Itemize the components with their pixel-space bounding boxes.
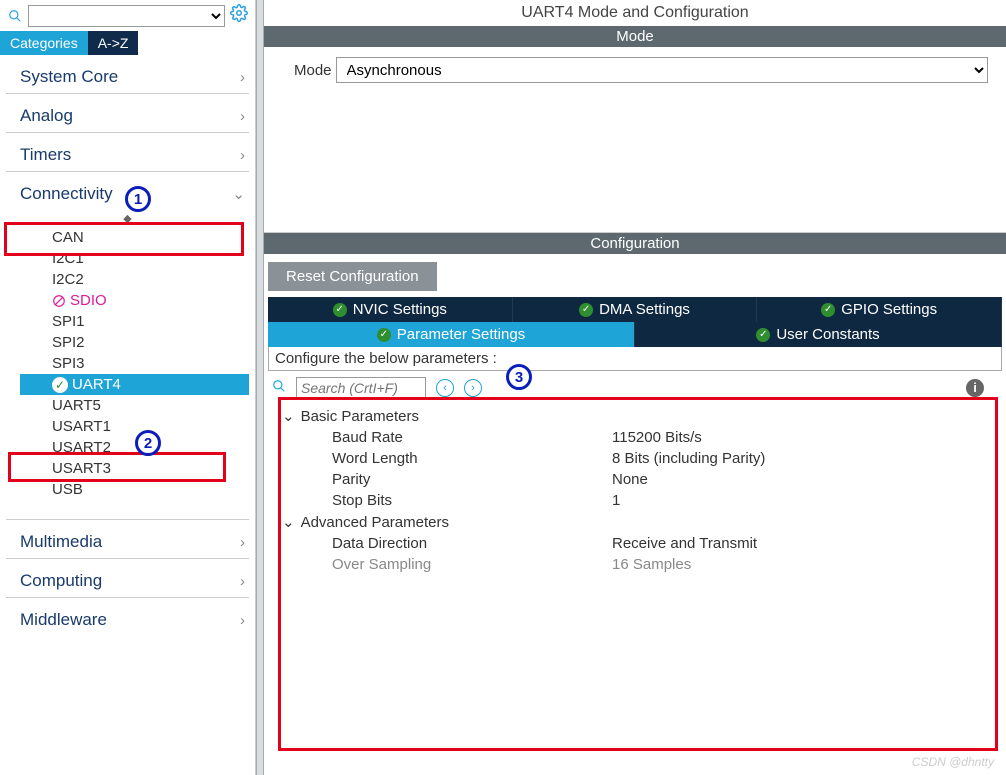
check-icon: ✓: [756, 328, 770, 342]
tab-dma-settings[interactable]: ✓DMA Settings: [513, 297, 758, 322]
category-multimedia[interactable]: Multimedia›: [6, 520, 249, 559]
watermark: CSDN @dhntty: [912, 755, 994, 769]
sidebar-tabs: Categories A->Z: [0, 31, 255, 55]
tab-user-constants[interactable]: ✓User Constants: [635, 322, 1002, 347]
periph-spi3[interactable]: SPI3: [52, 353, 249, 374]
periph-spi2[interactable]: SPI2: [52, 332, 249, 353]
param-search-input[interactable]: [296, 377, 426, 399]
annotation-box-3: [278, 397, 998, 751]
mode-label: Mode: [294, 62, 332, 79]
chevron-right-icon: ›: [240, 612, 245, 629]
vertical-divider[interactable]: [256, 0, 264, 775]
tab-nvic-settings[interactable]: ✓NVIC Settings: [268, 297, 513, 322]
annotation-step-3: 3: [506, 364, 532, 390]
tab-categories[interactable]: Categories: [0, 31, 88, 55]
category-analog[interactable]: Analog›: [6, 94, 249, 133]
mode-section-header: Mode: [264, 26, 1006, 47]
periph-spi1[interactable]: SPI1: [52, 311, 249, 332]
reset-configuration-button[interactable]: Reset Configuration: [268, 262, 437, 291]
chevron-right-icon: ›: [240, 534, 245, 551]
config-tabs: ✓NVIC Settings ✓DMA Settings ✓GPIO Setti…: [268, 297, 1002, 347]
search-icon: [272, 379, 286, 397]
sidebar: Categories A->Z System Core› Analog› Tim…: [0, 0, 256, 775]
prev-match-button[interactable]: ‹: [436, 379, 454, 397]
annotation-step-1: 1: [125, 186, 151, 212]
check-icon: ✓: [377, 328, 391, 342]
category-timers[interactable]: Timers›: [6, 133, 249, 172]
info-icon[interactable]: i: [966, 379, 984, 397]
mode-select[interactable]: Asynchronous: [336, 57, 988, 83]
chevron-right-icon: ›: [240, 69, 245, 86]
check-icon: ✓: [52, 377, 68, 393]
periph-sdio[interactable]: SDIO: [52, 290, 249, 311]
chevron-down-icon: ⌄: [232, 185, 245, 203]
chevron-right-icon: ›: [240, 147, 245, 164]
config-section-header: Configuration: [264, 233, 1006, 254]
mode-row: Mode Asynchronous: [264, 47, 1006, 89]
periph-i2c2[interactable]: I2C2: [52, 269, 249, 290]
next-match-button[interactable]: ›: [464, 379, 482, 397]
tab-gpio-settings[interactable]: ✓GPIO Settings: [757, 297, 1002, 322]
tab-az[interactable]: A->Z: [88, 31, 139, 55]
configure-description: Configure the below parameters :: [268, 347, 1002, 371]
periph-usb[interactable]: USB: [52, 479, 249, 500]
category-list: System Core› Analog› Timers› Connectivit…: [0, 55, 255, 775]
category-computing[interactable]: Computing›: [6, 559, 249, 598]
chevron-right-icon: ›: [240, 573, 245, 590]
reset-row: Reset Configuration: [264, 254, 1006, 291]
page-title: UART4 Mode and Configuration: [264, 0, 1006, 26]
search-icon: [6, 7, 24, 25]
category-middleware[interactable]: Middleware›: [6, 598, 249, 636]
periph-uart5[interactable]: UART5: [52, 395, 249, 416]
check-icon: ✓: [579, 303, 593, 317]
mode-pane: Mode Asynchronous: [264, 47, 1006, 233]
annotation-step-2: 2: [135, 430, 161, 456]
tab-parameter-settings[interactable]: ✓Parameter Settings: [268, 322, 635, 347]
search-select[interactable]: [28, 5, 225, 27]
blocked-icon: [52, 294, 66, 308]
check-icon: ✓: [333, 303, 347, 317]
periph-uart4[interactable]: ✓ UART4: [20, 374, 249, 395]
gear-icon[interactable]: [229, 4, 249, 27]
chevron-right-icon: ›: [240, 108, 245, 125]
annotation-box-1: [4, 222, 244, 256]
sidebar-search-row: [0, 0, 255, 31]
check-icon: ✓: [821, 303, 835, 317]
category-system-core[interactable]: System Core›: [6, 55, 249, 94]
annotation-box-2: [8, 452, 226, 482]
